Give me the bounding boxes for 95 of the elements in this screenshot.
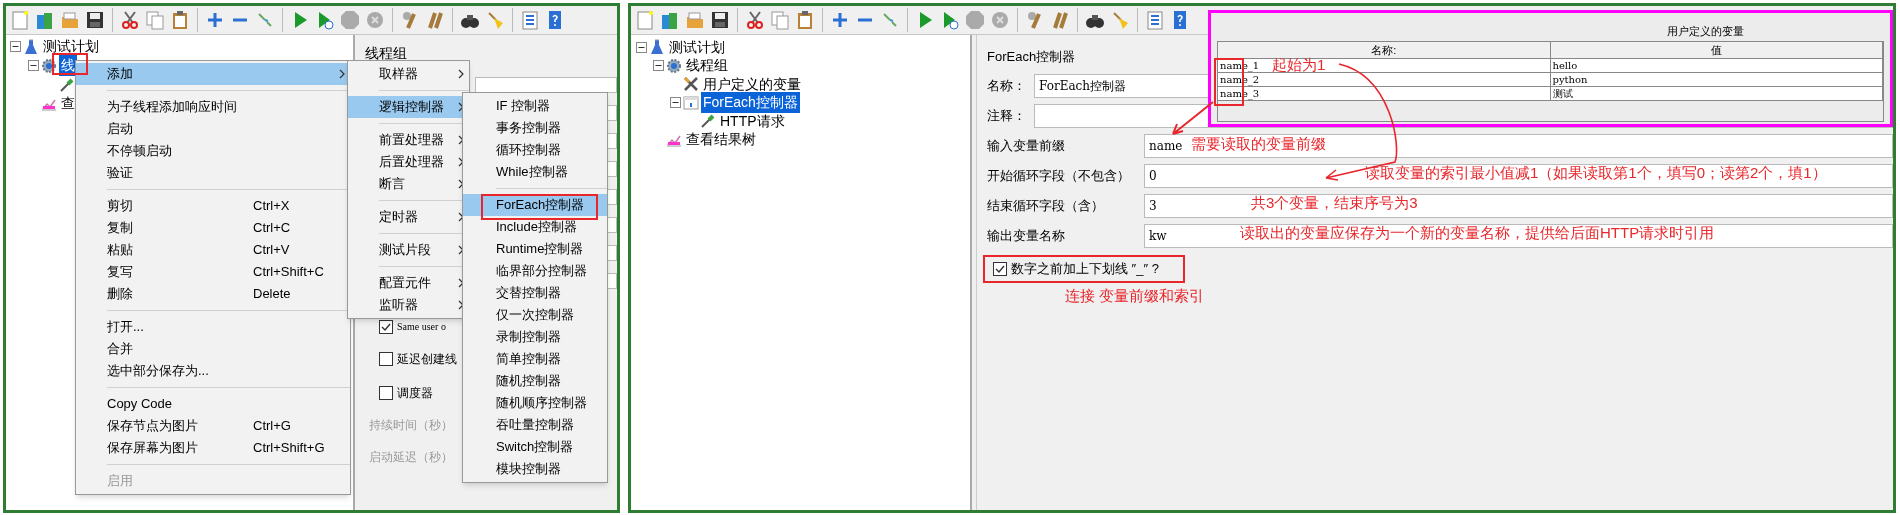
field-label: 输出变量名称 [987,227,1066,246]
field-label: 输入变量前缀 [987,137,1066,156]
menu-item[interactable]: 不停顿启动 [76,140,350,162]
menu-item[interactable]: 临界部分控制器 [463,260,607,282]
field-label: 注释： [987,107,1027,126]
folder-icon[interactable] [60,10,80,30]
gear-icon [666,57,682,74]
menu-item[interactable]: 随机顺序控制器 [463,392,607,414]
menu-item[interactable]: 添加 [76,63,350,85]
menu-item[interactable]: 随机控制器 [463,370,607,392]
checkbox-label: Same user o [397,320,446,334]
annotation-text: 读取出的变量应保存为一个新的变量名称，提供给后面HTTP请求时引用 [1240,224,1715,242]
collapse-icon[interactable] [28,60,39,71]
checkbox[interactable] [379,386,393,400]
tools-icon [683,76,699,93]
menu-item[interactable]: 验证 [76,162,350,184]
checkbox[interactable] [379,319,393,334]
collapse-icon[interactable] [10,41,21,52]
plus-icon[interactable] [830,10,850,30]
menu-item[interactable]: 简单控制器 [463,348,607,370]
menu-item[interactable]: 粘贴 Ctrl+V [76,239,350,261]
menu-item[interactable]: 选中部分保存为... [76,360,350,382]
annotation-box [52,53,88,75]
checkbox[interactable] [993,262,1007,276]
menu-item[interactable]: 循环控制器 [463,139,607,161]
menu-item[interactable]: 删除 Delete [76,283,350,305]
column-header: 值 [1550,42,1883,58]
menu-item[interactable]: 事务控制器 [463,117,607,139]
menu-item[interactable]: 保存屏幕为图片 Ctrl+Shift+G [76,437,350,459]
gear-icon [41,57,57,74]
table-cell: hello [1550,59,1883,72]
tree-item[interactable]: 查看结果树 [684,129,758,151]
list-icon[interactable] [520,10,540,30]
menu-item[interactable]: 剪切 Ctrl+X [76,195,350,217]
checkbox[interactable] [379,352,393,366]
field-label: 启动延迟（秒） [369,449,453,466]
menu-item[interactable]: 仅一次控制器 [463,304,607,326]
books-icon[interactable] [660,10,680,30]
list-icon[interactable] [1145,10,1165,30]
menu-item[interactable]: Copy Code [76,393,350,415]
tree-item[interactable]: 测试计划 [41,36,101,57]
clipboard-icon[interactable] [170,10,190,30]
books-icon[interactable] [35,10,55,30]
annotation-text: 连接 变量前缀和索引 [1065,287,1205,305]
input-field[interactable] [475,77,617,93]
annotation-text: 共3个变量，结束序号为3 [1251,194,1418,212]
plus-icon[interactable] [205,10,225,30]
panel-title: 用户定义的变量 [1667,24,1745,39]
flask-icon [23,38,39,55]
tree-item[interactable]: 测试计划 [667,36,727,58]
table-cell: 测试 [1550,87,1883,100]
menu-item[interactable]: 为子线程添加响应时间 [76,96,350,118]
chevron-right-icon [457,69,465,79]
field-label: 名称： [987,77,1027,96]
column-header: 名称: [1218,42,1551,58]
pipette-icon [700,113,716,130]
scissors-icon[interactable] [745,10,765,30]
scissors-icon[interactable] [120,10,140,30]
menu-item[interactable]: 录制控制器 [463,326,607,348]
field-label: 开始循环字段（不包含） [987,167,1131,186]
menu-item[interactable]: Include控制器 [463,216,607,238]
menu-item[interactable]: 取样器 [348,63,469,85]
menu-item[interactable]: 交替控制器 [463,282,607,304]
menu-item[interactable]: 打开... [76,316,350,338]
clipboard-icon[interactable] [795,10,815,30]
annotation-text: 起始为1 [1272,56,1326,74]
annotation-text: 需要读取的变量前缀 [1191,135,1326,153]
menu-item[interactable]: 合并 [76,338,350,360]
panel-title: 线程组 [365,44,408,63]
panel-title: ForEach控制器 [987,48,1076,65]
menu-item[interactable]: 模块控制器 [463,458,607,480]
table-cell: python [1550,73,1883,86]
checkbox-label: 调度器 [397,385,433,402]
menu-item[interactable]: ForEach控制器 [463,194,607,216]
checkbox-label: 延迟创建线 [397,351,457,368]
collapse-icon[interactable] [653,60,664,72]
folder-icon[interactable] [685,10,705,30]
menu-item[interactable]: 复制 Ctrl+C [76,217,350,239]
tree-item[interactable]: ForEach控制器 [701,92,800,114]
menu-item[interactable]: Runtime控制器 [463,238,607,260]
collapse-icon[interactable] [670,97,681,109]
menu-item[interactable]: 保存节点为图片 Ctrl+G [76,415,350,437]
annotation-arrow [1172,101,1214,135]
menu-item[interactable]: 吞吐量控制器 [463,414,607,436]
collapse-icon[interactable] [636,41,647,53]
window-icon [683,94,699,111]
flask-icon [649,39,665,56]
field-label: 结束循环字段（含） [987,197,1105,216]
field-label: 持续时间（秒） [369,417,453,434]
menu-item[interactable]: While控制器 [463,161,607,183]
menu-item[interactable]: 启动 [76,118,350,140]
checkbox-label: 数字之前加上下划线 ″_″ ? [1011,260,1159,279]
tree-item[interactable]: 查 [59,93,77,114]
menu-item[interactable]: Switch控制器 [463,436,607,458]
menu-item[interactable]: 复写 Ctrl+Shift+C [76,261,350,283]
